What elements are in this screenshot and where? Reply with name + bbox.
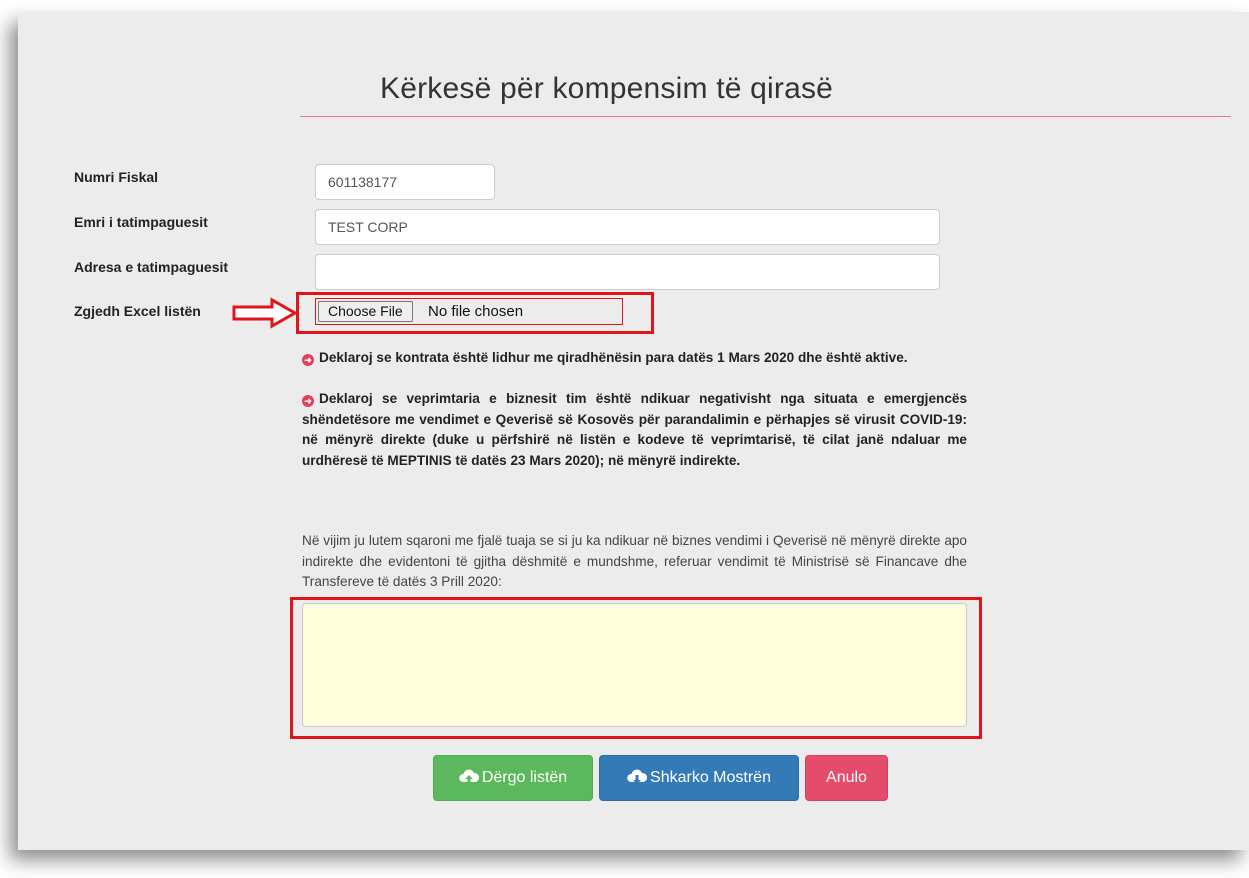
title-divider [300,116,1231,117]
fiscal-number-input[interactable] [315,164,495,200]
cloud-upload-icon [459,769,479,784]
taxpayer-address-input[interactable] [315,254,940,290]
declaration-2-text: Deklaroj se veprimtaria e biznesit tim ë… [302,391,967,468]
taxpayer-name-label: Emri i tatimpaguesit [74,214,208,230]
arrow-right-icon [232,297,298,329]
send-list-button[interactable]: Dërgo listën [433,755,593,801]
cancel-button[interactable]: Anulo [805,755,888,801]
page-title: Kërkesë për kompensim të qirasë [380,72,834,105]
download-sample-button[interactable]: Shkarko Mostrën [599,755,799,801]
explanation-textarea[interactable] [302,603,967,727]
file-status-text: No file chosen [428,303,524,320]
excel-file-input[interactable]: Choose File No file chosen [315,298,623,325]
taxpayer-address-label: Adresa e tatimpaguesit [74,259,229,275]
taxpayer-name-input[interactable] [315,209,940,245]
declaration-2: ➜ Deklaroj se veprimtaria e biznesit tim … [302,389,967,471]
excel-file-label: Zgjedh Excel listën [74,303,201,319]
cloud-download-icon [627,769,648,784]
download-sample-label: Shkarko Mostrën [650,769,771,786]
cancel-label: Anulo [826,769,867,786]
circle-arrow-right-icon: ➜ [302,395,314,407]
circle-arrow-right-icon: ➜ [302,354,314,366]
fiscal-number-label: Numri Fiskal [74,169,159,185]
send-list-label: Dërgo listën [481,769,568,786]
declaration-1: ➜ Deklaroj se kontrata është lidhur me qi… [302,348,967,369]
declaration-1-text: Deklaroj se kontrata është lidhur me qir… [319,350,908,365]
explanation-prompt: Në vijim ju lutem sqaroni me fjalë tuaja… [302,533,967,589]
choose-file-button[interactable]: Choose File [318,301,413,322]
